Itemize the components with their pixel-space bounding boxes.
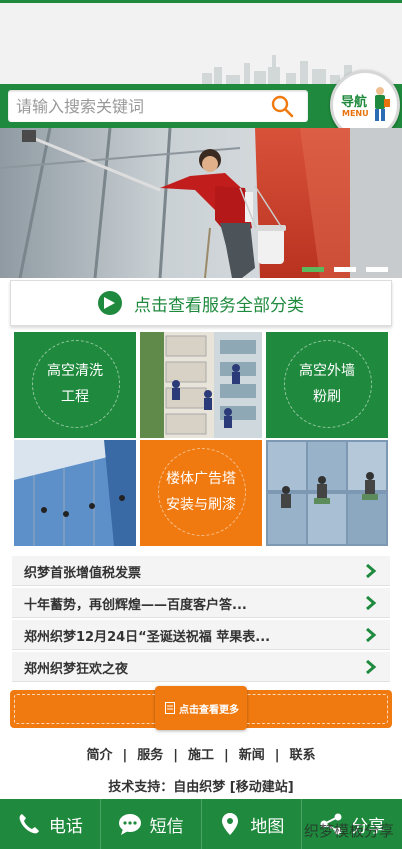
service-title-line: 安装与刷漆: [166, 497, 236, 513]
banner-dot[interactable]: [334, 267, 356, 272]
footer-link-services[interactable]: 服务: [137, 744, 163, 763]
service-photo-glass-tower[interactable]: [14, 440, 136, 546]
footer-links: 简介 | 服务 | 施工 | 新闻 | 联系: [0, 744, 402, 763]
building-workers-photo: [140, 332, 262, 438]
service-grid: 高空清洗 工程 高空外墙 粉刷 楼体广告塔 安装与刷漆: [14, 332, 389, 546]
service-title-line: 高空清洗: [47, 363, 103, 379]
link-separator: |: [274, 748, 280, 763]
footer-link-news[interactable]: 新闻: [239, 744, 265, 763]
chevron-right-icon: [366, 596, 377, 610]
city-skyline-decoration: [202, 55, 352, 85]
service-high-altitude-cleaning[interactable]: 高空清洗 工程: [14, 332, 136, 438]
news-title: 织梦首张增值税发票: [24, 566, 142, 581]
chevron-right-icon: [366, 628, 377, 642]
view-more-label: 点击查看更多: [179, 705, 239, 716]
arrow-right-circle-icon: [98, 291, 122, 315]
news-list: 织梦首张增值税发票 十年蓄势，再创辉煌——百度客户答... 郑州织梦12月24日…: [12, 556, 390, 684]
glass-tower-photo: [14, 440, 136, 546]
service-title-line: 工程: [61, 389, 89, 405]
document-icon: [165, 702, 175, 714]
footer-link-contact[interactable]: 联系: [290, 744, 316, 763]
view-more-button[interactable]: 点击查看更多: [10, 686, 392, 730]
service-title-line: 楼体广告塔: [166, 471, 236, 487]
hero-banner[interactable]: [0, 128, 402, 278]
view-more-tab: 点击查看更多: [155, 686, 247, 730]
service-exterior-wall-painting[interactable]: 高空外墙 粉刷: [266, 332, 388, 438]
service-photo-curtain-wall[interactable]: [266, 440, 388, 546]
news-title: 郑州织梦12月24日“圣诞送祝福 苹果表...: [24, 630, 271, 645]
banner-dot[interactable]: [366, 267, 388, 272]
message-icon: [118, 814, 141, 835]
curtain-wall-photo: [266, 440, 388, 546]
chevron-right-icon: [366, 564, 377, 578]
view-all-categories-link[interactable]: 点击查看服务全部分类: [10, 280, 392, 326]
news-title: 郑州织梦狂欢之夜: [24, 662, 129, 677]
chevron-right-icon: [366, 660, 377, 674]
map-pin-icon: [222, 813, 239, 835]
service-billboard-installation[interactable]: 楼体广告塔 安装与刷漆: [140, 440, 262, 546]
banner-pagination: [302, 267, 388, 272]
call-button[interactable]: 电话: [0, 799, 101, 849]
map-label: 地图: [250, 816, 285, 837]
header: [0, 0, 402, 85]
sms-button[interactable]: 短信: [101, 799, 202, 849]
nav-button-sublabel: MENU: [342, 109, 369, 118]
service-photo-building[interactable]: [140, 332, 262, 438]
footer-link-about[interactable]: 简介: [86, 744, 112, 763]
categories-link-label: 点击查看服务全部分类: [134, 295, 304, 316]
link-separator: |: [224, 748, 229, 763]
news-item[interactable]: 郑州织梦12月24日“圣诞送祝福 苹果表...: [12, 620, 390, 650]
phone-icon: [19, 814, 39, 834]
banner-dot[interactable]: [302, 267, 324, 272]
tech-support-credit[interactable]: 技术支持：自由织梦 [移动建站]: [0, 776, 402, 795]
news-title: 十年蓄势，再创辉煌——百度客户答...: [24, 598, 247, 613]
map-button[interactable]: 地图: [202, 799, 303, 849]
search-icon[interactable]: [270, 94, 294, 118]
sms-label: 短信: [149, 816, 184, 837]
link-separator: |: [122, 748, 128, 763]
link-separator: |: [173, 748, 178, 763]
news-item[interactable]: 郑州织梦狂欢之夜: [12, 652, 390, 682]
service-title-line: 粉刷: [313, 389, 341, 405]
worker-figure-icon: [375, 87, 390, 121]
news-item[interactable]: 十年蓄势，再创辉煌——百度客户答...: [12, 588, 390, 618]
news-item[interactable]: 织梦首张增值税发票: [12, 556, 390, 586]
service-title-line: 高空外墙: [299, 363, 355, 379]
footer-link-construction[interactable]: 施工: [188, 744, 214, 763]
nav-button-label: 导航: [341, 95, 368, 110]
window-cleaner-photo: [0, 128, 402, 278]
search-box: [8, 90, 308, 122]
watermark-text: 织梦模板分享: [303, 822, 394, 840]
search-input[interactable]: [16, 90, 256, 122]
call-label: 电话: [48, 816, 83, 837]
